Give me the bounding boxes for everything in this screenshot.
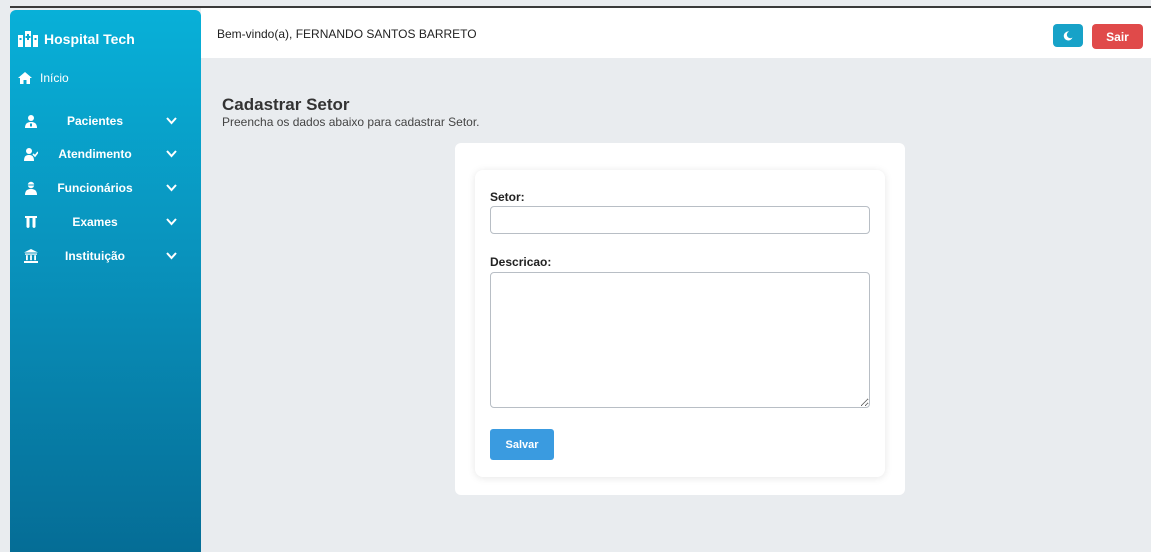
sidebar-item-label: Instituição [64,249,125,263]
sidebar-item-exames[interactable]: Exames [10,214,201,234]
save-button[interactable]: Salvar [490,429,554,460]
sidebar-item-pacientes[interactable]: Pacientes [10,113,201,133]
top-bar: Bem-vindo(a), FERNANDO SANTOS BARRETO Sa… [201,8,1151,58]
brand-name: Hospital Tech [44,31,135,47]
chevron-down-icon [166,150,177,158]
chevron-down-icon [166,218,177,226]
home-icon [18,72,32,84]
sidebar-item-label: Atendimento [58,147,132,161]
page-subtitle: Preencha os dados abaixo para cadastrar … [222,115,480,129]
sidebar-item-label: Exames [72,215,118,229]
sidebar-item-inicio[interactable]: Início [18,70,69,86]
moon-icon [1063,30,1073,40]
setor-label: Setor: [490,190,525,204]
sidebar-item-atendimento[interactable]: Atendimento [10,146,201,166]
sidebar-item-funcionarios[interactable]: Funcionários [10,180,201,200]
sidebar-item-instituicao[interactable]: Instituição [10,248,201,268]
logout-button[interactable]: Sair [1092,24,1143,49]
setor-input[interactable] [490,206,870,234]
chevron-down-icon [166,117,177,125]
sidebar-item-label: Pacientes [66,114,124,128]
chevron-down-icon [166,252,177,260]
sidebar-item-label: Funcionários [57,181,133,195]
theme-toggle-button[interactable] [1053,24,1083,47]
sidebar-item-label: Início [40,71,69,85]
descricao-textarea[interactable] [490,272,870,408]
brand[interactable]: Hospital Tech [18,28,135,50]
window-top-border [0,0,1151,8]
welcome-message: Bem-vindo(a), FERNANDO SANTOS BARRETO [217,27,477,41]
form-container: Setor: Descricao: Salvar [455,143,905,495]
descricao-label: Descricao: [490,255,552,269]
page-title: Cadastrar Setor [222,95,350,114]
sidebar: Hospital Tech Início Pacientes Atendimen… [10,10,201,552]
sector-form: Setor: Descricao: Salvar [475,170,885,477]
hospital-logo-icon [18,31,38,47]
chevron-down-icon [166,184,177,192]
